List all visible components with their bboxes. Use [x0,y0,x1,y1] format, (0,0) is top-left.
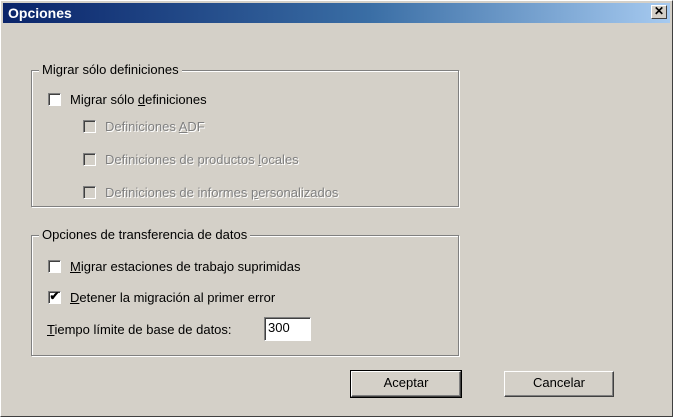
checkbox-box[interactable] [83,152,96,166]
migrate-deleted-workstations-checkbox[interactable]: Migrar estaciones de trabajo suprimidas [48,257,301,275]
cancel-button[interactable]: Cancelar [504,371,614,397]
checkbox-label: Detener la migración al primer error [70,289,276,305]
checkbox-label: Definiciones de productos locales [105,151,299,167]
accept-button[interactable]: Aceptar [350,370,462,398]
options-dialog: Opciones ✕ Migrar sólo definiciones Migr… [0,0,673,417]
checkbox-label: Definiciones ADF [105,118,205,134]
close-icon: ✕ [653,4,665,18]
db-timeout-input[interactable]: 300 [264,317,311,341]
group-legend: Migrar sólo definiciones [39,62,182,78]
stop-on-first-error-checkbox[interactable]: ✔ Detener la migración al primer error [48,288,275,306]
close-button[interactable]: ✕ [651,5,667,19]
adf-definitions-checkbox[interactable]: Definiciones ADF [83,117,205,135]
checkmark-icon: ✔ [49,288,60,303]
checkbox-box[interactable] [48,92,61,106]
checkbox-box[interactable] [48,259,61,273]
checkbox-box[interactable] [83,185,96,199]
checkbox-label: Migrar estaciones de trabajo suprimidas [70,258,301,274]
custom-reports-definitions-checkbox[interactable]: Definiciones de informes personalizados [83,183,338,201]
migrate-only-definitions-checkbox[interactable]: Migrar sólo definiciones [48,90,207,108]
group-legend: Opciones de transferencia de datos [39,227,251,243]
checkbox-box[interactable]: ✔ [48,288,61,304]
db-timeout-label: Tiempo límite de base de datos: [47,322,232,337]
dialog-title: Opciones [8,5,72,21]
checkbox-label: Migrar sólo definiciones [70,91,207,107]
checkbox-label: Definiciones de informes personalizados [105,184,339,200]
checkbox-box[interactable] [83,119,96,133]
title-bar[interactable]: Opciones ✕ [3,3,670,23]
local-products-definitions-checkbox[interactable]: Definiciones de productos locales [83,150,299,168]
